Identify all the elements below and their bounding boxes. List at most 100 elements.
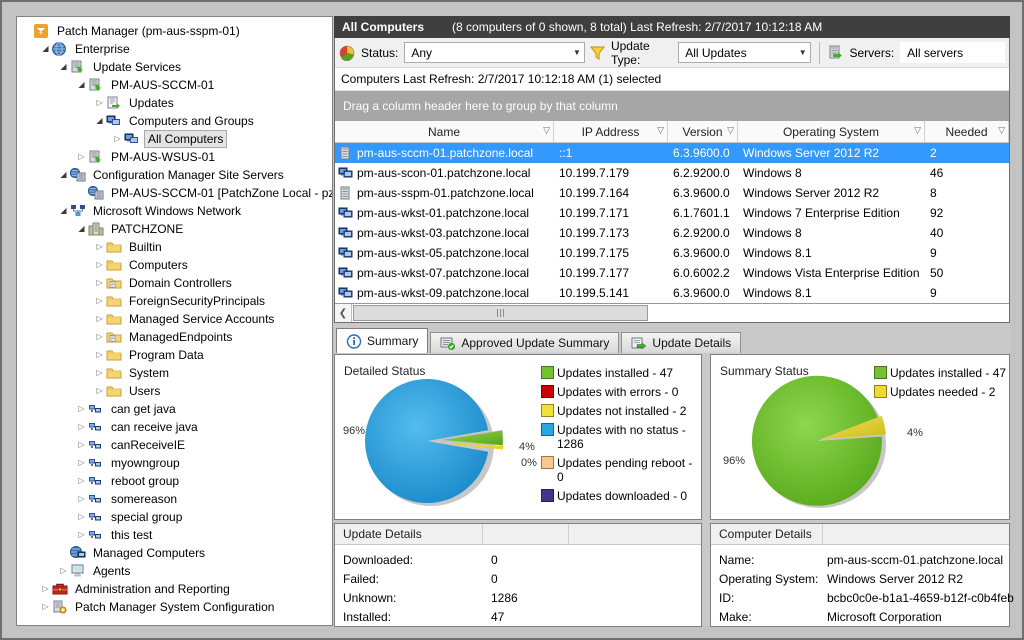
table-row[interactable]: pm-aus-wkst-03.patchzone.local 10.199.7.1… (335, 223, 1009, 243)
tree-expand-arrow[interactable]: ▷ (75, 418, 88, 436)
table-row[interactable]: pm-aus-sccm-01.patchzone.local::1 6.3.960… (335, 143, 1009, 163)
tree-item[interactable]: ◢ Computers and Groups (17, 112, 332, 130)
table-row[interactable]: pm-aus-wkst-05.patchzone.local 10.199.7.1… (335, 243, 1009, 263)
cell-text: pm-aus-scon-01.patchzone.local (357, 166, 531, 180)
tree-item[interactable]: Managed Computers (17, 544, 332, 562)
column-filter-icon[interactable]: ▽ (657, 125, 664, 136)
horizontal-scrollbar[interactable]: ❮ (335, 303, 1009, 322)
tree-expand-arrow[interactable]: ▷ (75, 148, 88, 166)
tree-item[interactable]: ▷ canReceiveIE (17, 436, 332, 454)
column-filter-icon[interactable]: ▽ (727, 125, 734, 136)
cell-text: 92 (930, 206, 944, 220)
tree-expand-arrow[interactable]: ◢ (57, 166, 70, 184)
group-by-drop-zone[interactable]: Drag a column header here to group by th… (335, 91, 1009, 121)
tree-item[interactable]: ▷ ForeignSecurityPrincipals (17, 292, 332, 310)
tab-summary[interactable]: Summary (336, 328, 429, 353)
tree-expand-arrow[interactable]: ◢ (57, 58, 70, 76)
tree-item[interactable]: ▷ myowngroup (17, 454, 332, 472)
tree-expand-arrow[interactable]: ▷ (75, 436, 88, 454)
tree-item[interactable]: ▷ Domain Controllers (17, 274, 332, 292)
tree-item[interactable]: ▷ Agents (17, 562, 332, 580)
table-row[interactable]: pm-aus-wkst-09.patchzone.local 10.199.5.1… (335, 283, 1009, 303)
column-filter-icon[interactable]: ▽ (998, 125, 1005, 136)
tree-expand-arrow[interactable]: ▷ (39, 580, 52, 598)
tree-item[interactable]: ▷ can get java (17, 400, 332, 418)
column-header-name[interactable]: Name ▽ (335, 121, 554, 142)
tree-item-label: All Computers (144, 130, 228, 148)
tab-update-details[interactable]: Update Details (621, 332, 742, 353)
tree-item[interactable]: ▷ Program Data (17, 346, 332, 364)
scrollbar-thumb[interactable] (353, 305, 648, 321)
tree-expand-arrow[interactable]: ◢ (57, 202, 70, 220)
tree-expand-arrow[interactable]: ▷ (93, 94, 106, 112)
tree-expand-arrow[interactable]: ▷ (93, 292, 106, 310)
tree-item[interactable]: ▷ PM-AUS-WSUS-01 (17, 148, 332, 166)
tree-item[interactable]: ▷ Administration and Reporting (17, 580, 332, 598)
scroll-left-button[interactable]: ❮ (335, 304, 352, 322)
tree-item[interactable]: ▷ reboot group (17, 472, 332, 490)
cell-ip: 10.199.7.179 (554, 166, 668, 180)
tree-expand-arrow[interactable]: ◢ (39, 40, 52, 58)
tree-expand-arrow[interactable]: ▷ (39, 598, 52, 616)
table-row[interactable]: pm-aus-sspm-01.patchzone.local 10.199.7.1… (335, 183, 1009, 203)
workstation-icon (338, 246, 354, 260)
tree-expand-arrow[interactable]: ▷ (93, 238, 106, 256)
tree-expand-arrow[interactable]: ▷ (93, 310, 106, 328)
tree-item[interactable]: ◢ Enterprise (17, 40, 332, 58)
tree-expand-arrow[interactable]: ▷ (75, 472, 88, 490)
tree-expand-arrow[interactable]: ▷ (57, 562, 70, 580)
tree-item[interactable]: ◢ Update Services (17, 58, 332, 76)
tab-approved-update-summary[interactable]: Approved Update Summary (430, 332, 620, 353)
tree-item[interactable]: ▷ this test (17, 526, 332, 544)
status-filter-dropdown[interactable]: Any ▼ (404, 42, 585, 63)
site-servers-icon (88, 186, 104, 200)
table-row[interactable]: pm-aus-wkst-01.patchzone.local 10.199.7.1… (335, 203, 1009, 223)
tree-item[interactable]: ▷ All Computers (17, 130, 332, 148)
tree-item[interactable]: PM-AUS-SCCM-01 [PatchZone Local - pz (17, 184, 332, 202)
update-type-filter-dropdown[interactable]: All Updates ▼ (678, 42, 811, 63)
column-filter-icon[interactable]: ▽ (914, 125, 921, 136)
tree-item[interactable]: ◢ Configuration Manager Site Servers (17, 166, 332, 184)
column-header-needed[interactable]: Needed ▽ (925, 121, 1009, 142)
servers-filter-dropdown[interactable]: All servers (900, 42, 1005, 63)
tree-expand-arrow[interactable]: ▷ (75, 508, 88, 526)
tree-expand-arrow[interactable]: ▷ (111, 130, 124, 148)
table-row[interactable]: pm-aus-scon-01.patchzone.local 10.199.7.1… (335, 163, 1009, 183)
tree-item[interactable]: ▷ somereason (17, 490, 332, 508)
tree-item[interactable]: ▷ ManagedEndpoints (17, 328, 332, 346)
tree-item[interactable]: Patch Manager (pm-aus-sspm-01) (17, 22, 332, 40)
tree-expand-arrow[interactable]: ▷ (93, 274, 106, 292)
tree-item[interactable]: ◢ Microsoft Windows Network (17, 202, 332, 220)
table-row[interactable]: pm-aus-wkst-07.patchzone.local 10.199.7.1… (335, 263, 1009, 283)
tree-item[interactable]: ▷ Patch Manager System Configuration (17, 598, 332, 616)
column-header-version[interactable]: Version ▽ (668, 121, 738, 142)
tree-item[interactable]: ▷ Builtin (17, 238, 332, 256)
tree-item[interactable]: ◢ PATCHZONE (17, 220, 332, 238)
cell-text: pm-aus-sspm-01.patchzone.local (357, 186, 534, 200)
tree-expand-arrow[interactable]: ◢ (93, 112, 106, 130)
tree-expand-arrow[interactable]: ▷ (75, 526, 88, 544)
tree-item[interactable]: ▷ Computers (17, 256, 332, 274)
tree-expand-arrow[interactable]: ◢ (75, 220, 88, 238)
folder-icon (106, 384, 122, 398)
detail-row: Make: Microsoft Corporation (719, 607, 1009, 626)
tree-expand-arrow[interactable]: ◢ (75, 76, 88, 94)
tree-item[interactable]: ▷ Users (17, 382, 332, 400)
tree-expand-arrow[interactable]: ▷ (75, 454, 88, 472)
tree-expand-arrow[interactable]: ▷ (93, 328, 106, 346)
tree-expand-arrow[interactable]: ▷ (93, 256, 106, 274)
tree-expand-arrow[interactable]: ▷ (75, 400, 88, 418)
tree-expand-arrow[interactable]: ▷ (93, 346, 106, 364)
tree-item[interactable]: ▷ can receive java (17, 418, 332, 436)
tree-item[interactable]: ▷ Updates (17, 94, 332, 112)
tree-expand-arrow[interactable]: ▷ (75, 490, 88, 508)
tree-expand-arrow[interactable]: ▷ (93, 382, 106, 400)
tree-item[interactable]: ▷ System (17, 364, 332, 382)
tree-expand-arrow[interactable]: ▷ (93, 364, 106, 382)
tree-item[interactable]: ▷ Managed Service Accounts (17, 310, 332, 328)
column-header-ip-address[interactable]: IP Address ▽ (554, 121, 668, 142)
column-header-operating-system[interactable]: Operating System ▽ (738, 121, 925, 142)
tree-item[interactable]: ▷ special group (17, 508, 332, 526)
tree-item[interactable]: ◢ PM-AUS-SCCM-01 (17, 76, 332, 94)
column-filter-icon[interactable]: ▽ (543, 125, 550, 136)
